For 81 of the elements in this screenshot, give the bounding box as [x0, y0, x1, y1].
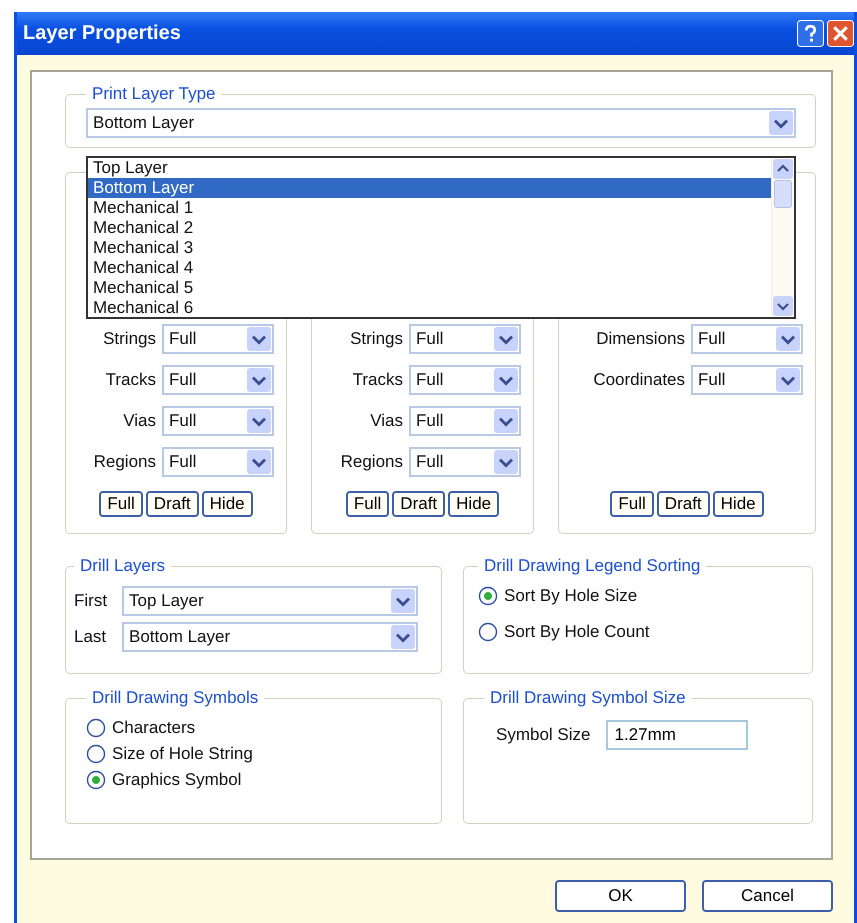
mode-button[interactable]: Full: [346, 491, 390, 517]
chevron-down-icon: [391, 589, 415, 613]
mode-button[interactable]: Hide: [448, 491, 500, 517]
mode-dropdown[interactable]: Full: [409, 324, 521, 354]
layer-dropdown[interactable]: Bottom Layer: [122, 622, 418, 652]
mode-dropdown[interactable]: Full: [409, 447, 521, 477]
field-label: Vias: [123, 411, 156, 431]
field-label: Last: [74, 627, 108, 647]
chevron-down-icon: [247, 450, 271, 474]
mode-dropdown[interactable]: Full: [162, 324, 274, 354]
close-icon[interactable]: [827, 20, 854, 47]
help-icon[interactable]: [797, 20, 824, 47]
mode-dropdown[interactable]: Full: [162, 406, 274, 436]
radio-button[interactable]: [86, 744, 106, 764]
chevron-down-icon: [247, 368, 271, 392]
dialog-button[interactable]: Cancel: [702, 880, 833, 912]
mode-button[interactable]: Hide: [712, 491, 764, 517]
mode-dropdown[interactable]: Full: [691, 324, 803, 354]
symbol-size-field[interactable]: 1.27mm: [606, 720, 748, 750]
mode-dropdown[interactable]: Full: [691, 365, 803, 395]
field-label: Symbol Size: [496, 725, 590, 745]
group-title: Drill Drawing Symbols: [91, 688, 260, 708]
chevron-down-icon: [494, 368, 518, 392]
mode-button[interactable]: Draft: [392, 491, 446, 517]
dropdown-option[interactable]: Top Layer: [88, 158, 771, 178]
mode-button[interactable]: Full: [610, 491, 654, 517]
field-label: Regions: [340, 452, 403, 472]
chevron-down-icon: [391, 625, 415, 649]
radio-label: Graphics Symbol: [112, 770, 242, 790]
chevron-down-icon: [769, 111, 793, 135]
mode-dropdown[interactable]: Full: [162, 365, 274, 395]
radio-label: Sort By Hole Count: [504, 622, 650, 642]
scroll-bar[interactable]: [771, 158, 794, 317]
group-title: Drill Drawing Symbol Size: [489, 688, 687, 708]
window-title: Layer Properties: [23, 22, 181, 45]
dropdown-option[interactable]: Mechanical 2: [88, 218, 771, 238]
chevron-up-icon[interactable]: [773, 159, 793, 179]
field-label: Tracks: [106, 370, 156, 390]
dropdown-option[interactable]: Bottom Layer: [88, 178, 771, 198]
mode-button[interactable]: Hide: [202, 491, 253, 517]
field-label: Strings: [103, 329, 156, 349]
chevron-down-icon: [776, 368, 800, 392]
mode-dropdown[interactable]: Full: [162, 447, 274, 477]
layer-dropdown[interactable]: Top Layer: [122, 586, 418, 616]
chevron-down-icon: [247, 409, 271, 433]
chevron-down-icon: [494, 450, 518, 474]
field-label: Tracks: [352, 370, 403, 390]
field-label: Vias: [370, 411, 403, 431]
group-title: Drill Layers: [79, 556, 166, 576]
radio-label: Size of Hole String: [112, 744, 253, 764]
radio-button[interactable]: [478, 622, 498, 642]
mode-dropdown[interactable]: Full: [409, 365, 521, 395]
field-label: Strings: [350, 329, 403, 349]
dropdown-option[interactable]: Mechanical 6: [88, 298, 771, 318]
radio-button[interactable]: [86, 770, 106, 790]
field-label: First: [74, 591, 108, 611]
dropdown-option[interactable]: Mechanical 4: [88, 258, 771, 278]
dialog-button[interactable]: OK: [555, 880, 686, 912]
dropdown-option[interactable]: Mechanical 3: [88, 238, 771, 258]
chevron-down-icon: [494, 327, 518, 351]
layer-type-dropdown[interactable]: Bottom Layer: [86, 108, 796, 138]
radio-label: Sort By Hole Size: [504, 586, 638, 606]
chevron-down-icon: [494, 409, 518, 433]
mode-button[interactable]: Draft: [656, 491, 710, 517]
chevron-down-icon[interactable]: [773, 296, 793, 316]
radio-button[interactable]: [478, 586, 498, 606]
mode-dropdown[interactable]: Full: [409, 406, 521, 436]
radio-label: Characters: [112, 718, 196, 738]
dropdown-option[interactable]: Mechanical 1: [88, 198, 771, 218]
chevron-down-icon: [247, 327, 271, 351]
mode-button[interactable]: Draft: [146, 491, 199, 517]
group-title: Drill Drawing Legend Sorting: [483, 556, 702, 576]
chevron-down-icon: [776, 327, 800, 351]
mode-button[interactable]: Full: [99, 491, 143, 517]
field-label: Coordinates: [593, 370, 685, 390]
field-label: Regions: [94, 452, 156, 472]
scroll-thumb[interactable]: [774, 180, 792, 208]
field-label: Dimensions: [596, 329, 685, 349]
group-title: Print Layer Type: [91, 84, 216, 104]
dropdown-option[interactable]: Mechanical 5: [88, 278, 771, 298]
radio-button[interactable]: [86, 718, 106, 738]
